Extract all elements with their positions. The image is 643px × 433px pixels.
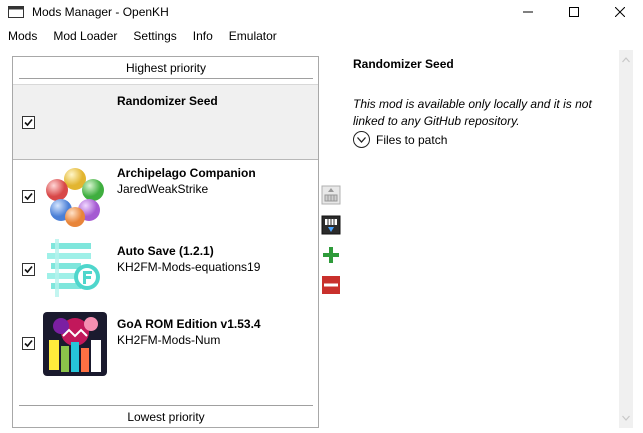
highest-priority-label: Highest priority — [19, 57, 313, 79]
mod-enabled-checkbox[interactable] — [22, 337, 35, 350]
window-app-icon — [8, 6, 24, 18]
mod-row-archipelago-companion[interactable]: Archipelago Companion JaredWeakStrike — [13, 160, 318, 236]
window-title: Mods Manager - OpenKH — [32, 5, 169, 19]
minimize-button[interactable] — [505, 0, 551, 24]
mod-author: KH2FM-Mods-Num — [117, 333, 221, 347]
mod-name: GoA ROM Edition v1.53.4 — [117, 317, 261, 331]
checkmark-icon — [24, 192, 33, 201]
autosave-icon — [43, 237, 107, 301]
close-button[interactable] — [597, 0, 643, 24]
orbs-icon — [43, 165, 107, 229]
chevron-down-icon — [353, 131, 370, 148]
mod-author: KH2FM-Mods-equations19 — [117, 260, 261, 274]
checkmark-icon — [24, 339, 33, 348]
move-down-icon — [321, 215, 341, 235]
lowest-priority-label: Lowest priority — [19, 405, 313, 427]
detail-description: This mod is available only locally and i… — [353, 97, 592, 128]
menu-info[interactable]: Info — [185, 26, 221, 46]
add-mod-button[interactable] — [320, 244, 342, 266]
remove-mod-button[interactable] — [320, 274, 342, 296]
checkmark-icon — [24, 265, 33, 274]
minimize-icon — [523, 11, 533, 13]
mod-row-goa-rom-edition[interactable]: GoA ROM Edition v1.53.4 KH2FM-Mods-Num — [13, 311, 318, 387]
menu-bar: Mods Mod Loader Settings Info Emulator — [0, 26, 643, 46]
move-up-icon — [321, 185, 341, 205]
menu-mod-loader[interactable]: Mod Loader — [45, 26, 125, 46]
detail-scrollbar[interactable] — [619, 50, 633, 428]
mod-name: Archipelago Companion — [117, 166, 256, 180]
detail-title: Randomizer Seed — [353, 57, 454, 71]
title-bar: Mods Manager - OpenKH — [0, 0, 643, 24]
mod-enabled-checkbox[interactable] — [22, 190, 35, 203]
scroll-down-icon[interactable] — [622, 414, 630, 422]
close-icon — [615, 7, 625, 17]
menu-mods[interactable]: Mods — [0, 26, 45, 46]
maximize-icon — [569, 7, 579, 17]
scroll-up-icon[interactable] — [622, 56, 630, 64]
mod-name: Randomizer Seed — [117, 94, 218, 108]
minus-icon — [322, 276, 340, 294]
mod-enabled-checkbox[interactable] — [22, 116, 35, 129]
files-to-patch-label: Files to patch — [376, 132, 448, 147]
checkmark-icon — [24, 118, 33, 127]
mod-enabled-checkbox[interactable] — [22, 263, 35, 276]
plus-icon — [322, 246, 340, 264]
mod-row-auto-save[interactable]: Auto Save (1.2.1) KH2FM-Mods-equations19 — [13, 237, 318, 313]
move-down-button[interactable] — [320, 214, 342, 236]
menu-settings[interactable]: Settings — [125, 26, 184, 46]
menu-emulator[interactable]: Emulator — [221, 26, 285, 46]
goa-art-icon — [43, 312, 107, 376]
maximize-button[interactable] — [551, 0, 597, 24]
move-up-button[interactable] — [320, 184, 342, 206]
mod-list[interactable]: Highest priority Randomizer Seed Archipe… — [12, 56, 319, 428]
files-to-patch-toggle[interactable]: Files to patch — [353, 131, 447, 148]
mod-name: Auto Save (1.2.1) — [117, 244, 214, 258]
mod-row-randomizer-seed[interactable]: Randomizer Seed — [13, 84, 318, 160]
mod-author: JaredWeakStrike — [117, 182, 209, 196]
